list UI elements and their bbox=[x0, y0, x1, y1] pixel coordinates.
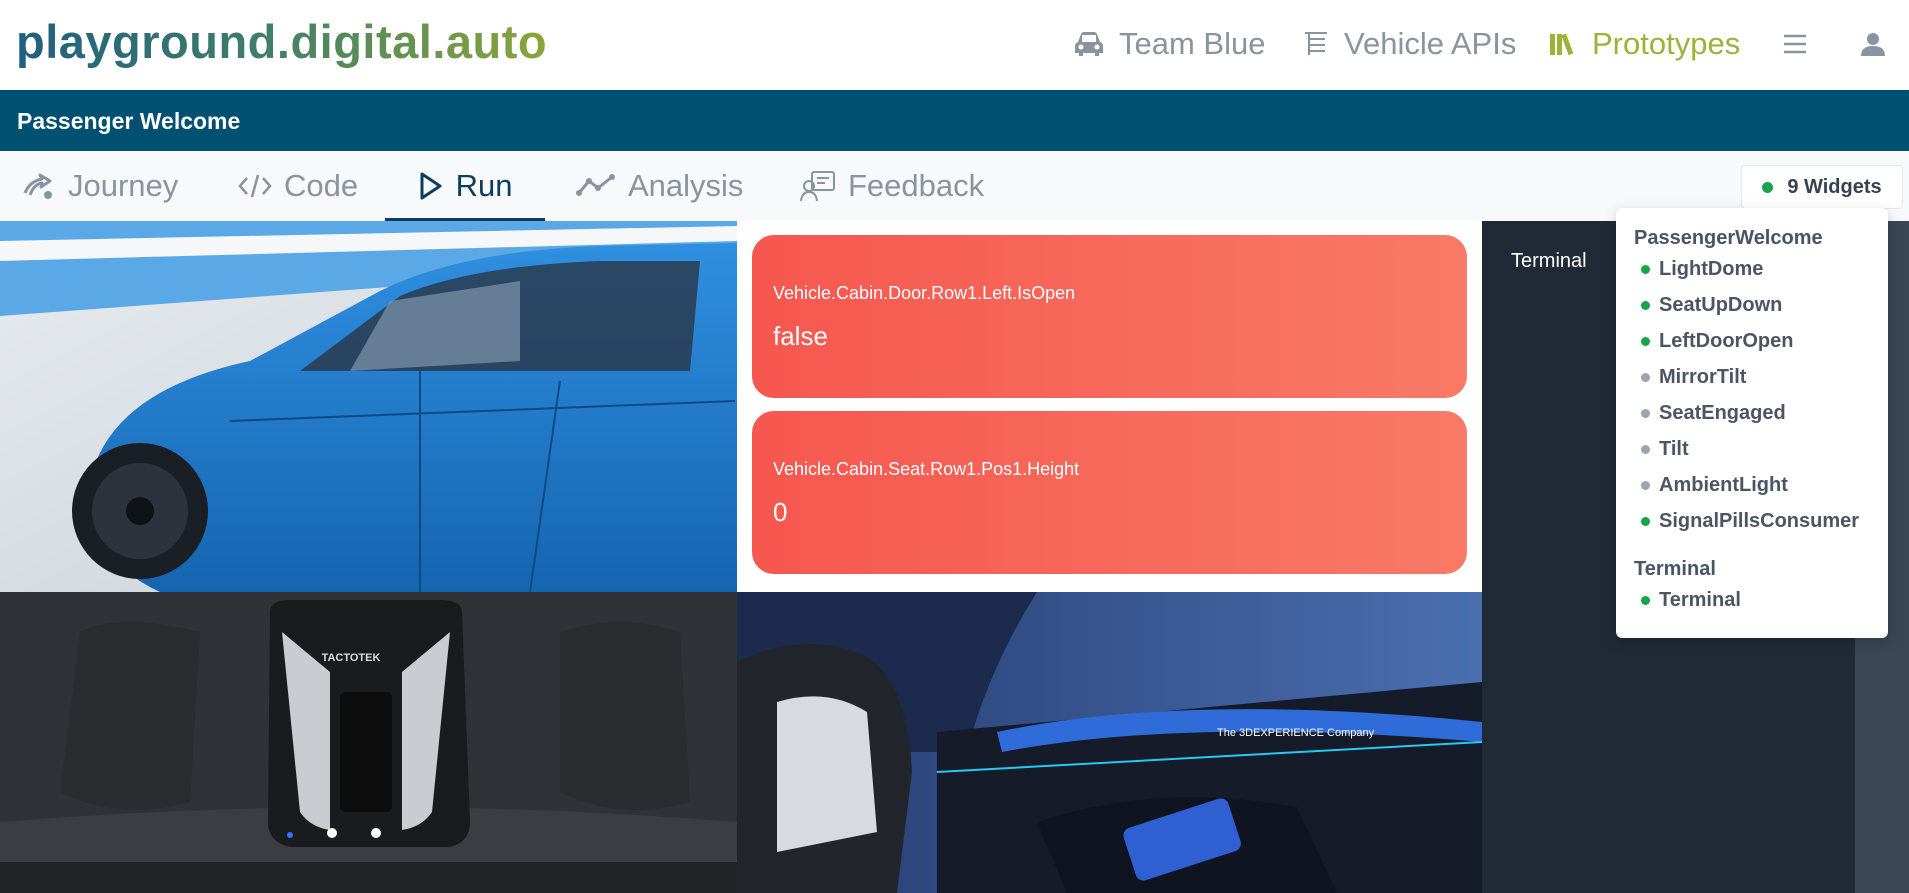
status-dot bbox=[1641, 372, 1650, 382]
nav-vehicle-apis-label: Vehicle APIs bbox=[1344, 26, 1517, 61]
nav-vehicle-apis[interactable]: Vehicle APIs bbox=[1302, 22, 1516, 66]
widgets-status-dot bbox=[1762, 181, 1774, 193]
status-dot bbox=[1641, 300, 1650, 310]
car-icon bbox=[1075, 32, 1103, 56]
library-icon bbox=[1550, 33, 1574, 56]
widget-item-label: SeatUpDown bbox=[1659, 293, 1783, 316]
tree-list-icon bbox=[1305, 32, 1327, 55]
widget-item-terminal[interactable]: Terminal bbox=[1641, 585, 1741, 615]
widget-item-ambientlight[interactable]: AmbientLight bbox=[1641, 470, 1788, 500]
hamburger-menu-icon bbox=[1784, 34, 1806, 54]
user-icon bbox=[1861, 33, 1885, 56]
widgets-dropdown: PassengerWelcome LightDome SeatUpDown Le… bbox=[1616, 208, 1888, 638]
tab-analysis[interactable]: Analysis bbox=[576, 151, 743, 221]
widget-item-label: LightDome bbox=[1659, 257, 1764, 280]
status-dot bbox=[1641, 595, 1650, 605]
car-exterior-widget bbox=[0, 221, 737, 592]
widget-item-label: AmbientLight bbox=[1659, 473, 1788, 496]
signal-name: Vehicle.Cabin.Seat.Row1.Pos1.Height bbox=[773, 459, 1080, 479]
tab-run-label: Run bbox=[455, 168, 513, 203]
nav-team-label: Team Blue bbox=[1119, 26, 1266, 61]
status-dot bbox=[1641, 336, 1650, 346]
signal-value: false bbox=[773, 321, 828, 351]
code-icon bbox=[238, 174, 272, 198]
widgets-button-label: 9 Widgets bbox=[1787, 175, 1882, 198]
car-exterior-image bbox=[0, 221, 737, 592]
dome-brand-text: TACTOTEK bbox=[322, 652, 381, 664]
top-navbar: playground.digital.auto Team Blue Vehicl… bbox=[0, 0, 1909, 90]
widget-item-label: SignalPillsConsumer bbox=[1659, 509, 1860, 532]
feedback-icon bbox=[800, 171, 835, 202]
signal-name: Vehicle.Cabin.Door.Row1.Left.IsOpen bbox=[773, 283, 1076, 303]
widget-item-label: Tilt bbox=[1659, 437, 1689, 460]
terminal-title: Terminal bbox=[1511, 250, 1587, 272]
nav-prototypes[interactable]: Prototypes bbox=[1548, 22, 1740, 66]
status-dot bbox=[1641, 408, 1650, 418]
signal-card: Vehicle.Cabin.Door.Row1.Left.IsOpen fals… bbox=[752, 235, 1467, 398]
widgets-button[interactable]: 9 Widgets bbox=[1741, 165, 1903, 209]
tab-code-label: Code bbox=[284, 168, 359, 203]
widget-group-label: Terminal bbox=[1634, 558, 1716, 580]
tab-analysis-label: Analysis bbox=[628, 168, 744, 203]
widget-item-signalpillsconsumer[interactable]: SignalPillsConsumer bbox=[1641, 506, 1860, 536]
line-chart-icon bbox=[576, 174, 615, 196]
widget-item-lightdome[interactable]: LightDome bbox=[1641, 254, 1764, 284]
widget-item-label: Terminal bbox=[1659, 588, 1741, 611]
tab-code[interactable]: Code bbox=[238, 151, 358, 221]
widget-group-label: PassengerWelcome bbox=[1634, 227, 1823, 249]
tab-feedback[interactable]: Feedback bbox=[800, 151, 984, 221]
prototype-title: Passenger Welcome bbox=[17, 108, 241, 134]
prototype-title-bar: Passenger Welcome bbox=[0, 90, 1909, 151]
journey-icon bbox=[23, 173, 52, 199]
signal-pills-widget: Vehicle.Cabin.Door.Row1.Left.IsOpen fals… bbox=[737, 221, 1482, 592]
tab-journey-label: Journey bbox=[68, 168, 179, 203]
widget-item-tilt[interactable]: Tilt bbox=[1641, 434, 1689, 464]
status-dot bbox=[1641, 264, 1650, 274]
interior-brand-text: The 3DEXPERIENCE Company bbox=[1217, 727, 1375, 739]
tab-feedback-label: Feedback bbox=[848, 168, 985, 203]
status-dot bbox=[1641, 516, 1650, 526]
play-icon bbox=[420, 172, 442, 200]
user-account-button[interactable] bbox=[1853, 24, 1893, 64]
widget-item-label: SeatEngaged bbox=[1659, 401, 1786, 424]
nav-team[interactable]: Team Blue bbox=[1073, 22, 1265, 66]
light-dome-widget: TACTOTEK bbox=[0, 592, 737, 893]
widget-item-seatengaged[interactable]: SeatEngaged bbox=[1641, 398, 1786, 428]
status-dot bbox=[1641, 444, 1650, 454]
light-dome-image: TACTOTEK bbox=[0, 592, 737, 893]
status-dot bbox=[1641, 480, 1650, 490]
widget-item-seatupdown[interactable]: SeatUpDown bbox=[1641, 290, 1783, 320]
widget-item-leftdooropen[interactable]: LeftDoorOpen bbox=[1641, 326, 1794, 356]
widget-item-label: LeftDoorOpen bbox=[1659, 329, 1794, 352]
vehicle-interior-image: The 3DEXPERIENCE Company bbox=[737, 592, 1482, 893]
widget-item-mirrortilt[interactable]: MirrorTilt bbox=[1641, 362, 1747, 392]
tab-run[interactable]: Run bbox=[385, 151, 545, 221]
signal-value: 0 bbox=[773, 497, 788, 527]
interior-widget: The 3DEXPERIENCE Company bbox=[737, 592, 1482, 893]
signal-card: Vehicle.Cabin.Seat.Row1.Pos1.Height 0 bbox=[752, 411, 1467, 574]
widget-item-label: MirrorTilt bbox=[1659, 365, 1747, 388]
tab-journey[interactable]: Journey bbox=[22, 151, 178, 221]
menu-button[interactable] bbox=[1775, 24, 1815, 64]
app-logo[interactable]: playground.digital.auto bbox=[16, 14, 547, 69]
nav-prototypes-label: Prototypes bbox=[1592, 26, 1741, 61]
